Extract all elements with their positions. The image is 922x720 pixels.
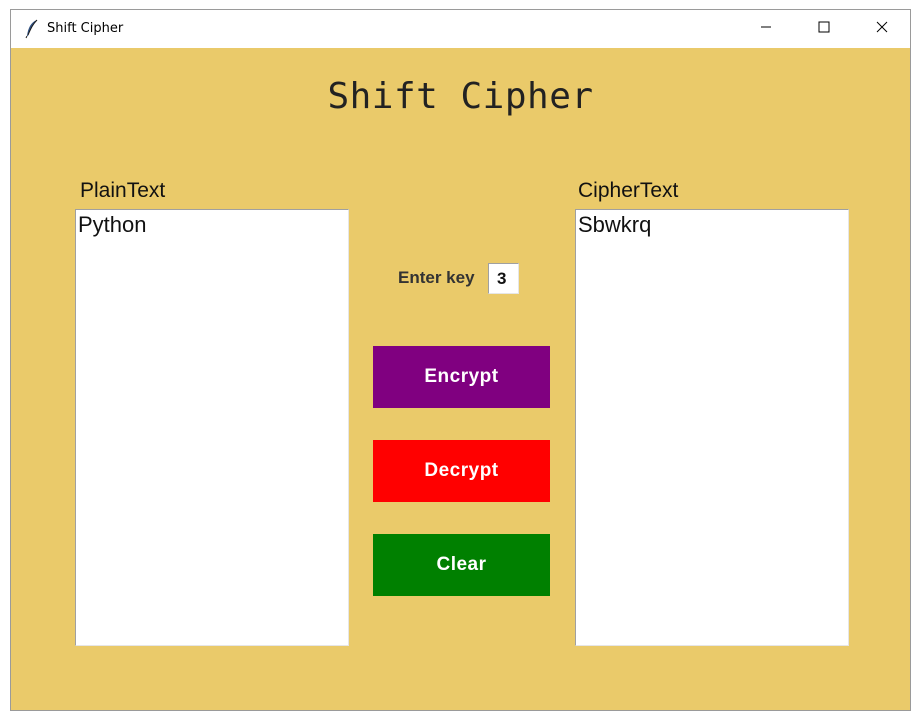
- clear-button[interactable]: Clear: [373, 534, 550, 596]
- minimize-button[interactable]: [737, 10, 795, 48]
- minimize-icon: [760, 20, 772, 38]
- page-title: Shift Cipher: [327, 76, 594, 117]
- main-area: Shift Cipher PlainText Python Enter key …: [11, 48, 910, 710]
- encrypt-button[interactable]: Encrypt: [373, 346, 550, 408]
- close-button[interactable]: [853, 10, 910, 48]
- plaintext-textarea[interactable]: Python: [75, 209, 349, 646]
- close-icon: [876, 20, 888, 38]
- feather-icon: [25, 19, 39, 39]
- plaintext-label: PlainText: [80, 179, 166, 202]
- key-input[interactable]: 3: [488, 263, 519, 294]
- ciphertext-label: CipherText: [578, 179, 679, 202]
- maximize-button[interactable]: [795, 10, 853, 48]
- decrypt-button[interactable]: Decrypt: [373, 440, 550, 502]
- title-bar[interactable]: Shift Cipher: [11, 10, 910, 48]
- app-window: Shift Cipher Shift Cipher PlainText Pyth…: [10, 9, 911, 711]
- maximize-icon: [818, 20, 830, 38]
- key-label: Enter key: [398, 268, 475, 287]
- ciphertext-textarea[interactable]: Sbwkrq: [575, 209, 849, 646]
- window-title: Shift Cipher: [47, 21, 124, 36]
